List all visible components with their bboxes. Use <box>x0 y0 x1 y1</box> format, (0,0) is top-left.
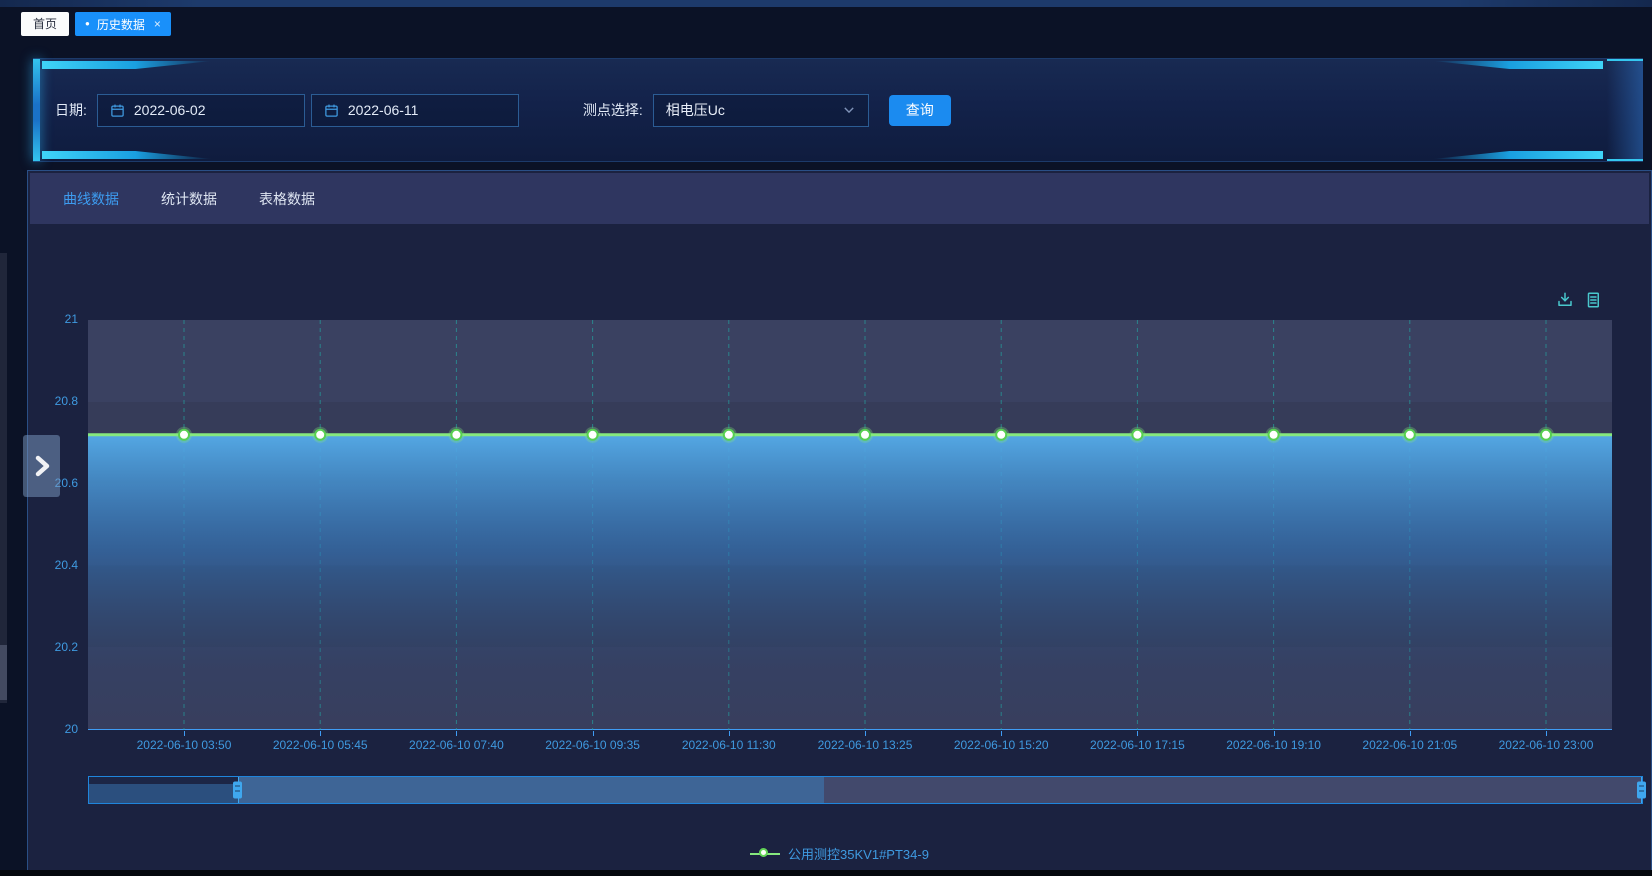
y-axis-label: 20.4 <box>30 558 78 572</box>
chart-legend[interactable]: 公用测控35KV1#PT34-9 <box>28 844 1651 863</box>
y-axis-label: 21 <box>30 312 78 326</box>
datazoom-right-handle[interactable] <box>1637 782 1646 799</box>
x-axis-label: 2022-06-10 23:00 <box>1499 738 1594 752</box>
datazoom-right-region <box>824 777 1642 803</box>
x-axis-label: 2022-06-10 15:20 <box>954 738 1049 752</box>
download-icon[interactable] <box>1556 291 1574 309</box>
data-point <box>1541 430 1551 440</box>
point-select[interactable]: 相电压Uc <box>653 94 869 127</box>
date-start-input[interactable]: 2022-06-02 <box>97 94 305 127</box>
data-point <box>860 430 870 440</box>
data-view-icon[interactable] <box>1584 291 1602 309</box>
data-point <box>451 430 461 440</box>
x-axis-tick <box>184 731 185 736</box>
x-axis-label: 2022-06-10 03:50 <box>137 738 232 752</box>
x-axis-tick <box>1274 731 1275 736</box>
chevron-down-icon <box>842 104 856 116</box>
date-end-input[interactable]: 2022-06-11 <box>311 94 519 127</box>
point-select-value: 相电压Uc <box>666 100 725 120</box>
legend-line-marker <box>750 848 780 860</box>
x-axis-tick <box>456 731 457 736</box>
content-tab-row: 曲线数据 统计数据 表格数据 <box>30 173 1649 224</box>
legend-dot <box>759 848 768 857</box>
chevron-right-icon <box>32 453 52 479</box>
x-axis-label: 2022-06-10 11:30 <box>682 738 776 752</box>
x-axis-tick <box>1137 731 1138 736</box>
data-point <box>996 430 1006 440</box>
x-axis-tick <box>320 731 321 736</box>
tab-stats-data[interactable]: 统计数据 <box>161 189 217 209</box>
drawer-toggle[interactable] <box>23 435 60 497</box>
datazoom-selected-region[interactable] <box>238 777 824 803</box>
tab-curve-data[interactable]: 曲线数据 <box>63 189 119 209</box>
x-axis-tick <box>1001 731 1002 736</box>
data-point <box>1405 430 1415 440</box>
x-axis-tick <box>729 731 730 736</box>
main-panel: 曲线数据 统计数据 表格数据 2020.220.42 <box>27 170 1652 873</box>
top-tab-bar: 首页 ● 历史数据 × <box>21 12 171 36</box>
series-area <box>88 435 1612 730</box>
point-select-label: 测点选择: <box>583 100 643 120</box>
left-edge-scroll-thumb[interactable] <box>0 645 7 700</box>
x-axis-label: 2022-06-10 13:25 <box>818 738 913 752</box>
active-dot-icon: ● <box>85 20 90 28</box>
date-label: 日期: <box>55 100 87 120</box>
x-axis-label: 2022-06-10 09:35 <box>545 738 640 752</box>
x-axis-label: 2022-06-10 21:05 <box>1362 738 1457 752</box>
datazoom-left-region <box>89 777 238 803</box>
y-axis-label: 20 <box>30 722 78 736</box>
y-axis-label: 20.8 <box>30 394 78 408</box>
tab-home[interactable]: 首页 <box>21 12 69 36</box>
y-axis-label: 20.2 <box>30 640 78 654</box>
data-point <box>1132 430 1142 440</box>
data-point <box>1269 430 1279 440</box>
query-button[interactable]: 查询 <box>889 95 951 126</box>
data-point <box>588 430 598 440</box>
x-axis-label: 2022-06-10 17:15 <box>1090 738 1185 752</box>
top-strip <box>0 0 1652 7</box>
chart-toolbox <box>1556 291 1602 309</box>
chart-wrapper: 2020.220.420.620.8212022-06-10 03:502022… <box>28 224 1651 872</box>
x-axis-label: 2022-06-10 05:45 <box>273 738 368 752</box>
filter-form: 日期: 2022-06-02 2022-06-11 <box>33 59 1643 161</box>
date-start-value: 2022-06-02 <box>134 102 206 118</box>
x-axis-label: 2022-06-10 19:10 <box>1226 738 1321 752</box>
date-end-value: 2022-06-11 <box>348 102 419 118</box>
x-axis-tick <box>865 731 866 736</box>
data-point <box>724 430 734 440</box>
filter-panel: 日期: 2022-06-02 2022-06-11 <box>33 58 1643 162</box>
x-axis-tick <box>593 731 594 736</box>
datazoom-left-handle[interactable] <box>233 782 242 799</box>
tab-history-data[interactable]: ● 历史数据 × <box>75 12 171 36</box>
plot-area: 2020.220.420.620.8212022-06-10 03:502022… <box>88 320 1612 730</box>
calendar-icon <box>110 103 125 118</box>
x-axis-label: 2022-06-10 07:40 <box>409 738 504 752</box>
chart-canvas <box>88 320 1612 730</box>
screen: 首页 ● 历史数据 × 日期: 2022-06-02 <box>0 0 1652 876</box>
legend-label: 公用测控35KV1#PT34-9 <box>788 844 929 863</box>
x-axis-tick <box>1410 731 1411 736</box>
data-point <box>315 430 325 440</box>
tab-table-data[interactable]: 表格数据 <box>259 189 315 209</box>
left-edge-strip <box>0 253 7 703</box>
data-point <box>179 430 189 440</box>
datazoom-slider[interactable] <box>88 776 1643 804</box>
close-icon[interactable]: × <box>154 17 161 31</box>
bottom-strip <box>0 870 1652 876</box>
tab-history-label: 历史数据 <box>97 16 145 33</box>
x-axis-tick <box>1546 731 1547 736</box>
calendar-icon <box>324 103 339 118</box>
